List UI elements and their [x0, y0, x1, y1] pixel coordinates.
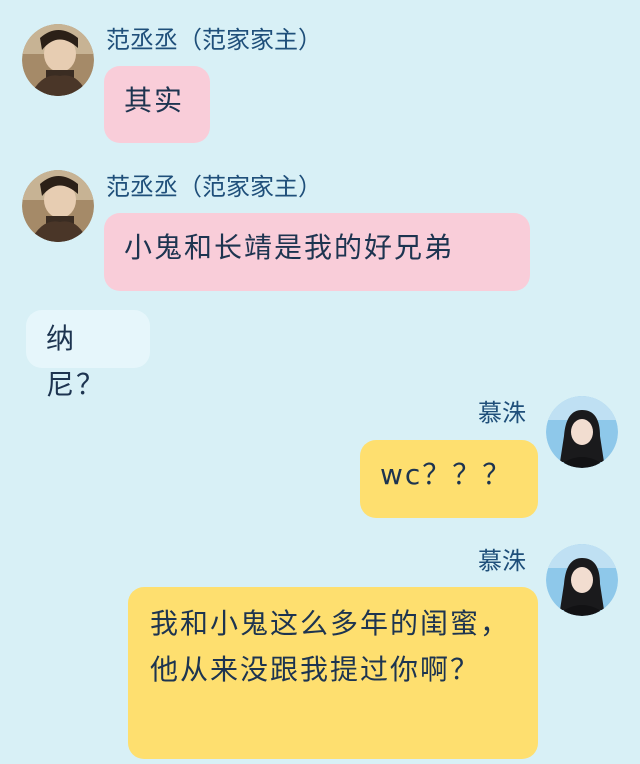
avatar-left-1[interactable] — [22, 24, 94, 96]
sender-name: 慕洙 — [478, 399, 526, 427]
avatar-right-1[interactable] — [546, 396, 618, 468]
avatar-image — [546, 396, 618, 468]
sender-name: 范丞丞（范家家主） — [106, 26, 322, 54]
message-bubble[interactable]: wc？？？ — [360, 440, 538, 518]
sender-name: 慕洙 — [478, 547, 526, 575]
message-bubble[interactable]: 其实 — [104, 66, 210, 143]
avatar-right-2[interactable] — [546, 544, 618, 616]
avatar-image — [22, 24, 94, 96]
message-bubble[interactable]: 小鬼和长靖是我的好兄弟 — [104, 213, 530, 291]
message-bubble[interactable]: 纳尼？ — [26, 310, 150, 401]
avatar-image — [546, 544, 618, 616]
sender-name: 范丞丞（范家家主） — [106, 173, 322, 201]
message-bubble[interactable]: 我和小鬼这么多年的闺蜜，他从来没跟我提过你啊？ — [128, 587, 538, 759]
avatar-left-2[interactable] — [22, 170, 94, 242]
avatar-image — [22, 170, 94, 242]
